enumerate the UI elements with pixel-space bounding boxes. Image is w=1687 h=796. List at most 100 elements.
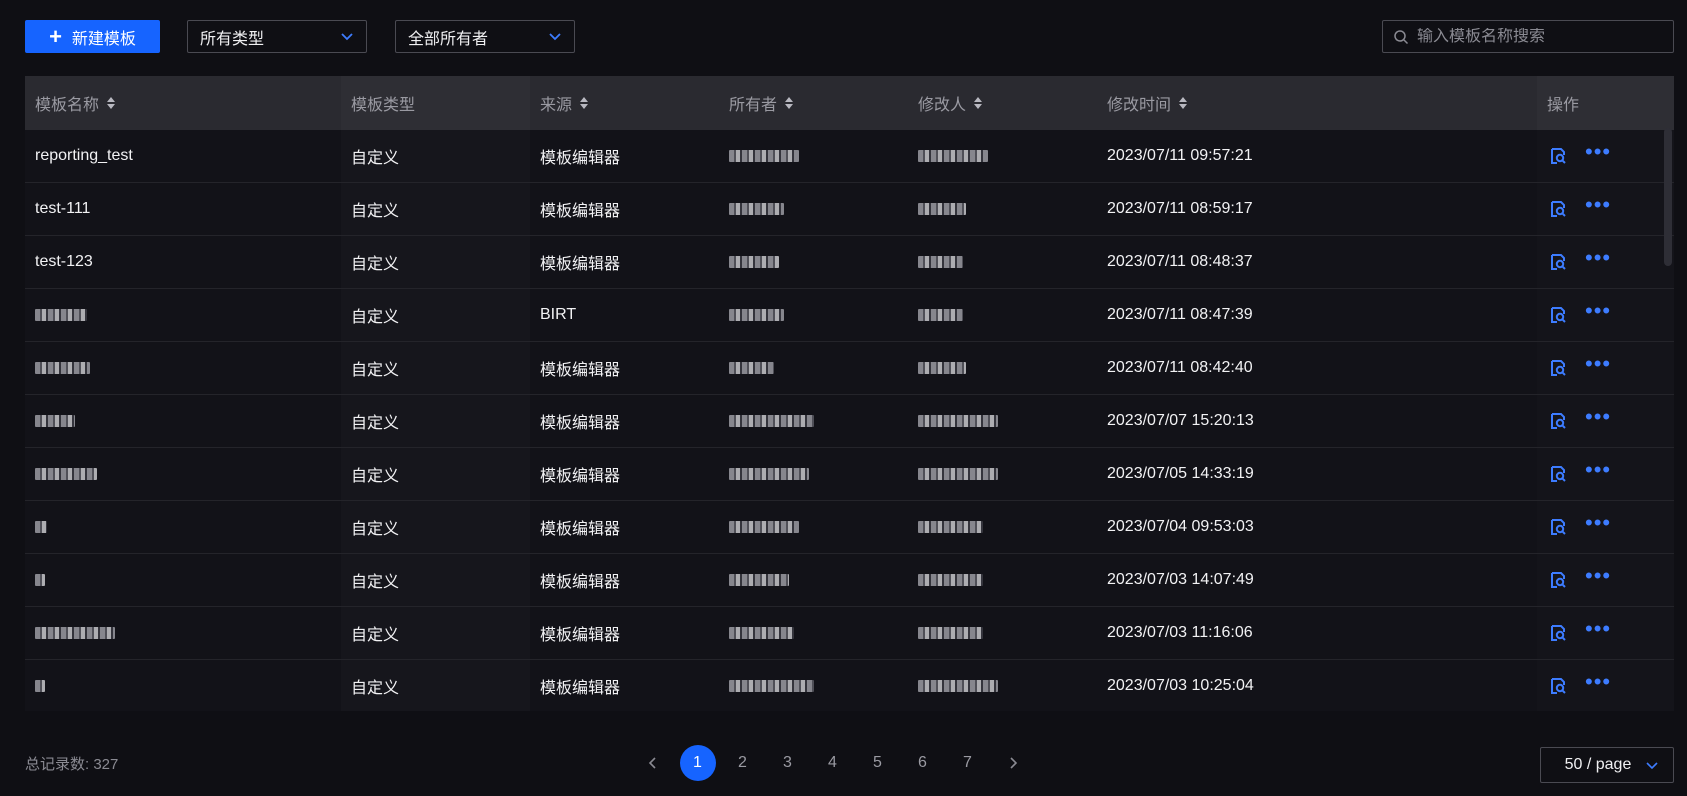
redacted-text bbox=[35, 521, 47, 533]
column-header-modified-time[interactable]: 修改时间 bbox=[1097, 76, 1537, 130]
template-name-cell: reporting_test bbox=[25, 130, 341, 182]
table-row[interactable]: 自定义 模板编辑器 2023/07/05 14:33:19 ••• bbox=[25, 448, 1674, 501]
new-template-button[interactable]: + 新建模板 bbox=[25, 20, 160, 53]
chevron-down-icon bbox=[341, 33, 353, 41]
more-icon[interactable]: ••• bbox=[1585, 512, 1611, 534]
template-name-cell: test-111 bbox=[25, 183, 341, 235]
page-5-button[interactable]: 5 bbox=[855, 745, 900, 781]
table-row[interactable]: 自定义 模板编辑器 2023/07/03 14:07:49 ••• bbox=[25, 554, 1674, 607]
view-icon[interactable] bbox=[1549, 200, 1567, 218]
more-icon[interactable]: ••• bbox=[1585, 459, 1611, 481]
owner-cell bbox=[719, 395, 908, 447]
more-icon[interactable]: ••• bbox=[1585, 406, 1611, 428]
page-number: 5 bbox=[873, 754, 882, 771]
column-header-owner[interactable]: 所有者 bbox=[719, 76, 908, 130]
redacted-text bbox=[918, 627, 983, 639]
owner-filter-select[interactable]: 全部所有者 bbox=[395, 20, 575, 53]
more-icon[interactable]: ••• bbox=[1585, 194, 1611, 216]
more-icon[interactable]: ••• bbox=[1585, 565, 1611, 587]
page-number: 4 bbox=[828, 754, 837, 771]
redacted-text bbox=[918, 415, 998, 427]
view-icon[interactable] bbox=[1549, 624, 1567, 642]
page-7-button[interactable]: 7 bbox=[945, 745, 990, 781]
more-icon[interactable]: ••• bbox=[1585, 671, 1611, 693]
modified-time-cell: 2023/07/04 09:53:03 bbox=[1107, 518, 1254, 535]
page-4-button[interactable]: 4 bbox=[810, 745, 855, 781]
table-row[interactable]: 自定义 BIRT 2023/07/11 08:47:39 ••• bbox=[25, 289, 1674, 342]
modifier-cell bbox=[908, 554, 1097, 606]
table-row[interactable]: test-111 自定义 模板编辑器 2023/07/11 08:59:17 ••• bbox=[25, 183, 1674, 236]
row-actions: ••• bbox=[1537, 448, 1674, 500]
source-cell: 模板编辑器 bbox=[540, 415, 621, 432]
view-icon[interactable] bbox=[1549, 359, 1567, 377]
owner-cell bbox=[719, 448, 908, 500]
sort-icon bbox=[580, 97, 589, 109]
view-icon[interactable] bbox=[1549, 147, 1567, 165]
modified-time-cell: 2023/07/11 08:48:37 bbox=[1107, 253, 1253, 270]
search-input[interactable] bbox=[1417, 27, 1657, 46]
plus-icon: + bbox=[49, 23, 62, 49]
modified-time-cell: 2023/07/03 14:07:49 bbox=[1107, 571, 1254, 588]
view-icon[interactable] bbox=[1549, 412, 1567, 430]
total-records: 总记录数: 327 bbox=[25, 756, 119, 773]
view-icon[interactable] bbox=[1549, 465, 1567, 483]
row-actions: ••• bbox=[1537, 236, 1674, 288]
template-name-cell: test-123 bbox=[25, 236, 341, 288]
more-icon[interactable]: ••• bbox=[1585, 300, 1611, 322]
modifier-cell bbox=[908, 130, 1097, 182]
page-2-button[interactable]: 2 bbox=[720, 745, 765, 781]
template-type-cell: 自定义 bbox=[341, 342, 530, 394]
page-6-button[interactable]: 6 bbox=[900, 745, 945, 781]
view-icon[interactable] bbox=[1549, 306, 1567, 324]
redacted-text bbox=[918, 521, 983, 533]
page-3-button[interactable]: 3 bbox=[765, 745, 810, 781]
table-row[interactable]: test-123 自定义 模板编辑器 2023/07/11 08:48:37 ••• bbox=[25, 236, 1674, 289]
page-1-button[interactable]: 1 bbox=[675, 745, 720, 781]
more-icon[interactable]: ••• bbox=[1585, 247, 1611, 269]
page-size-select[interactable]: 50 / page bbox=[1540, 747, 1674, 783]
more-icon[interactable]: ••• bbox=[1585, 618, 1611, 640]
owner-cell bbox=[719, 554, 908, 606]
view-icon[interactable] bbox=[1549, 518, 1567, 536]
prev-page-button[interactable] bbox=[630, 745, 675, 781]
modifier-cell bbox=[908, 236, 1097, 288]
table-header: 模板名称 模板类型 来源 所有者 修改人 修改时间 操作 bbox=[25, 76, 1674, 130]
redacted-text bbox=[35, 468, 97, 480]
table-row[interactable]: reporting_test 自定义 模板编辑器 2023/07/11 09:57:2… bbox=[25, 130, 1674, 183]
redacted-text bbox=[729, 256, 779, 268]
row-actions: ••• bbox=[1537, 395, 1674, 447]
column-header-modifier[interactable]: 修改人 bbox=[908, 76, 1097, 130]
table-row[interactable]: 自定义 模板编辑器 2023/07/04 09:53:03 ••• bbox=[25, 501, 1674, 554]
redacted-text bbox=[918, 309, 963, 321]
table-row[interactable]: 自定义 模板编辑器 2023/07/03 11:16:06 ••• bbox=[25, 607, 1674, 660]
column-label: 来源 bbox=[540, 97, 573, 114]
more-icon[interactable]: ••• bbox=[1585, 141, 1611, 163]
more-icon[interactable]: ••• bbox=[1585, 353, 1611, 375]
type-filter-select[interactable]: 所有类型 bbox=[187, 20, 367, 53]
next-page-button[interactable] bbox=[990, 745, 1035, 781]
view-icon[interactable] bbox=[1549, 253, 1567, 271]
view-icon[interactable] bbox=[1549, 677, 1567, 695]
template-type-cell: 自定义 bbox=[341, 448, 530, 500]
template-name-cell bbox=[25, 607, 341, 659]
template-type-cell: 自定义 bbox=[341, 130, 530, 182]
owner-cell bbox=[719, 183, 908, 235]
table-row[interactable]: 自定义 模板编辑器 2023/07/11 08:42:40 ••• bbox=[25, 342, 1674, 395]
source-cell: 模板编辑器 bbox=[540, 468, 621, 485]
table-scrollbar[interactable] bbox=[1664, 128, 1672, 266]
view-icon[interactable] bbox=[1549, 571, 1567, 589]
table-row[interactable]: 自定义 模板编辑器 2023/07/07 15:20:13 ••• bbox=[25, 395, 1674, 448]
page-number: 2 bbox=[738, 754, 747, 771]
column-header-source[interactable]: 来源 bbox=[530, 76, 719, 130]
template-type-cell: 自定义 bbox=[341, 289, 530, 341]
column-label: 操作 bbox=[1547, 97, 1580, 114]
redacted-text bbox=[918, 574, 983, 586]
template-name-cell bbox=[25, 660, 341, 711]
table-row[interactable]: 自定义 模板编辑器 2023/07/03 10:25:04 ••• bbox=[25, 660, 1674, 711]
redacted-text bbox=[729, 521, 799, 533]
column-header-name[interactable]: 模板名称 bbox=[25, 76, 341, 130]
modified-time-cell: 2023/07/11 08:59:17 bbox=[1107, 200, 1253, 217]
modifier-cell bbox=[908, 607, 1097, 659]
row-actions: ••• bbox=[1537, 342, 1674, 394]
row-actions: ••• bbox=[1537, 607, 1674, 659]
